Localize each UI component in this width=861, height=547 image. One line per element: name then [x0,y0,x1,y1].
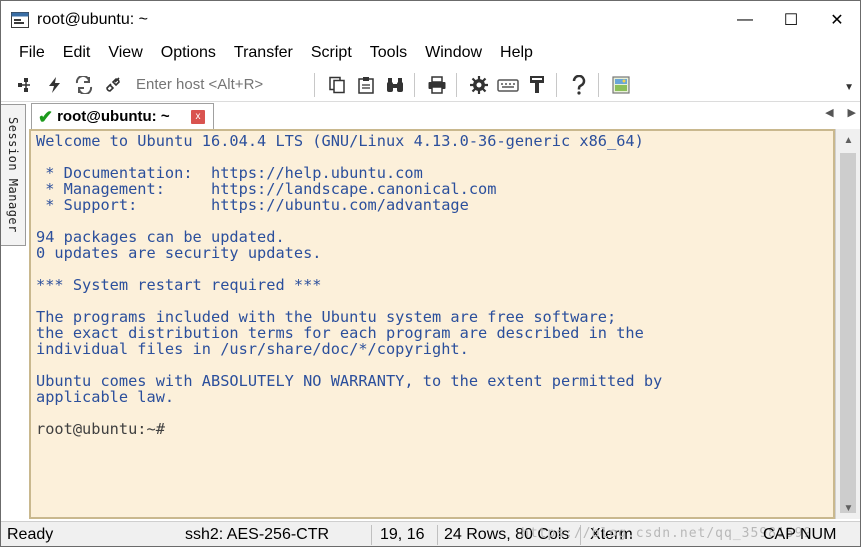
toolbar-separator [556,72,557,97]
paste-icon[interactable] [353,72,379,98]
terminal-screen[interactable]: Welcome to Ubuntu 16.04.4 LTS (GNU/Linux… [29,129,835,519]
terminal-scrollbar[interactable]: ▲ ▼ [835,129,860,519]
disconnect-icon[interactable] [100,72,126,98]
close-button[interactable]: ✕ [814,1,860,39]
app-icon [11,12,29,28]
toolbar-separator [314,72,315,97]
terminal-line: *** System restart required *** [36,276,322,294]
reconnect-icon[interactable] [71,72,97,98]
menu-transfer[interactable]: Transfer [225,39,302,67]
toolbar-separator [414,72,415,97]
terminal-line: Welcome to Ubuntu 16.04.4 LTS (GNU/Linux… [36,132,644,150]
find-icon[interactable] [382,72,408,98]
terminal-line: Ubuntu comes with ABSOLUTELY NO WARRANTY… [36,372,663,390]
terminal-line: The programs included with the Ubuntu sy… [36,308,617,326]
tab-scroll-left-icon[interactable]: ◀ [825,106,833,119]
scroll-down-icon[interactable]: ▼ [836,499,860,517]
scrollbar-thumb[interactable] [840,153,856,513]
connected-check-icon: ✔ [38,106,54,127]
menu-file[interactable]: File [1,39,54,67]
status-cipher: ssh2: AES-256-CTR [185,526,330,543]
terminal-line: applicable law. [36,388,175,406]
host-input[interactable] [134,72,308,97]
keymap-icon[interactable] [495,72,521,98]
session-manager-label: Session Manager [6,117,20,233]
maximize-button[interactable]: ☐ [768,1,814,39]
status-divider [437,525,438,545]
session-manager-tab[interactable]: Session Manager [1,104,26,246]
settings-icon[interactable] [466,72,492,98]
scroll-up-icon[interactable]: ▲ [836,131,860,149]
menu-tools[interactable]: Tools [361,39,416,67]
window-controls: — ☐ ✕ [722,1,860,39]
terminal-line: * Management: https://landscape.canonica… [36,180,497,198]
tab-session[interactable]: ✔ root@ubuntu: ~ x [31,103,214,129]
tab-label: root@ubuntu: ~ [57,108,170,125]
terminal-line: 94 packages can be updated. [36,228,285,246]
title-bar: root@ubuntu: ~ — ☐ ✕ [1,1,860,39]
status-cursor: 19, 16 [380,526,425,543]
status-num: NUM [800,526,837,543]
menu-script[interactable]: Script [302,39,361,67]
status-ready: Ready [7,526,54,543]
toolbar: ▼ [1,68,860,102]
terminal-prompt: root@ubuntu:~# [36,420,165,438]
status-divider [371,525,372,545]
terminal-line: 0 updates are security updates. [36,244,322,262]
terminal-line: the exact distribution terms for each pr… [36,324,644,342]
toolbar-dropdown-icon[interactable]: ▼ [844,82,854,93]
copy-icon[interactable] [324,72,350,98]
menu-help[interactable]: Help [491,39,542,67]
menu-bar: File Edit View Options Transfer Script T… [1,39,860,67]
help-icon[interactable] [566,72,592,98]
tab-strip: ✔ root@ubuntu: ~ x ◀ ▶ [29,102,860,129]
tab-close-icon[interactable]: x [191,110,205,124]
minimize-button[interactable]: — [722,1,768,39]
tab-scroll-right-icon[interactable]: ▶ [848,106,856,119]
screenshot-icon[interactable] [608,72,634,98]
quick-connect-icon[interactable] [42,72,68,98]
menu-view[interactable]: View [99,39,151,67]
terminal-line: * Documentation: https://help.ubuntu.com [36,164,423,182]
window-title: root@ubuntu: ~ [37,11,148,28]
toolbar-separator [456,72,457,97]
menu-window[interactable]: Window [416,39,491,67]
sftp-icon[interactable] [524,72,550,98]
terminal-line: * Support: https://ubuntu.com/advantage [36,196,469,214]
print-icon[interactable] [424,72,450,98]
securecrt-window: root@ubuntu: ~ — ☐ ✕ File Edit View Opti… [0,0,861,547]
menu-edit[interactable]: Edit [54,39,100,67]
status-bar: Ready ssh2: AES-256-CTR 19, 16 24 Rows, … [1,521,860,546]
tab-scroll-arrows: ◀ ▶ [825,106,856,119]
connect-icon[interactable] [13,72,39,98]
menu-options[interactable]: Options [152,39,225,67]
toolbar-separator [598,72,599,97]
status-cap: CAP [763,526,796,543]
terminal-line: individual files in /usr/share/doc/*/cop… [36,340,469,358]
